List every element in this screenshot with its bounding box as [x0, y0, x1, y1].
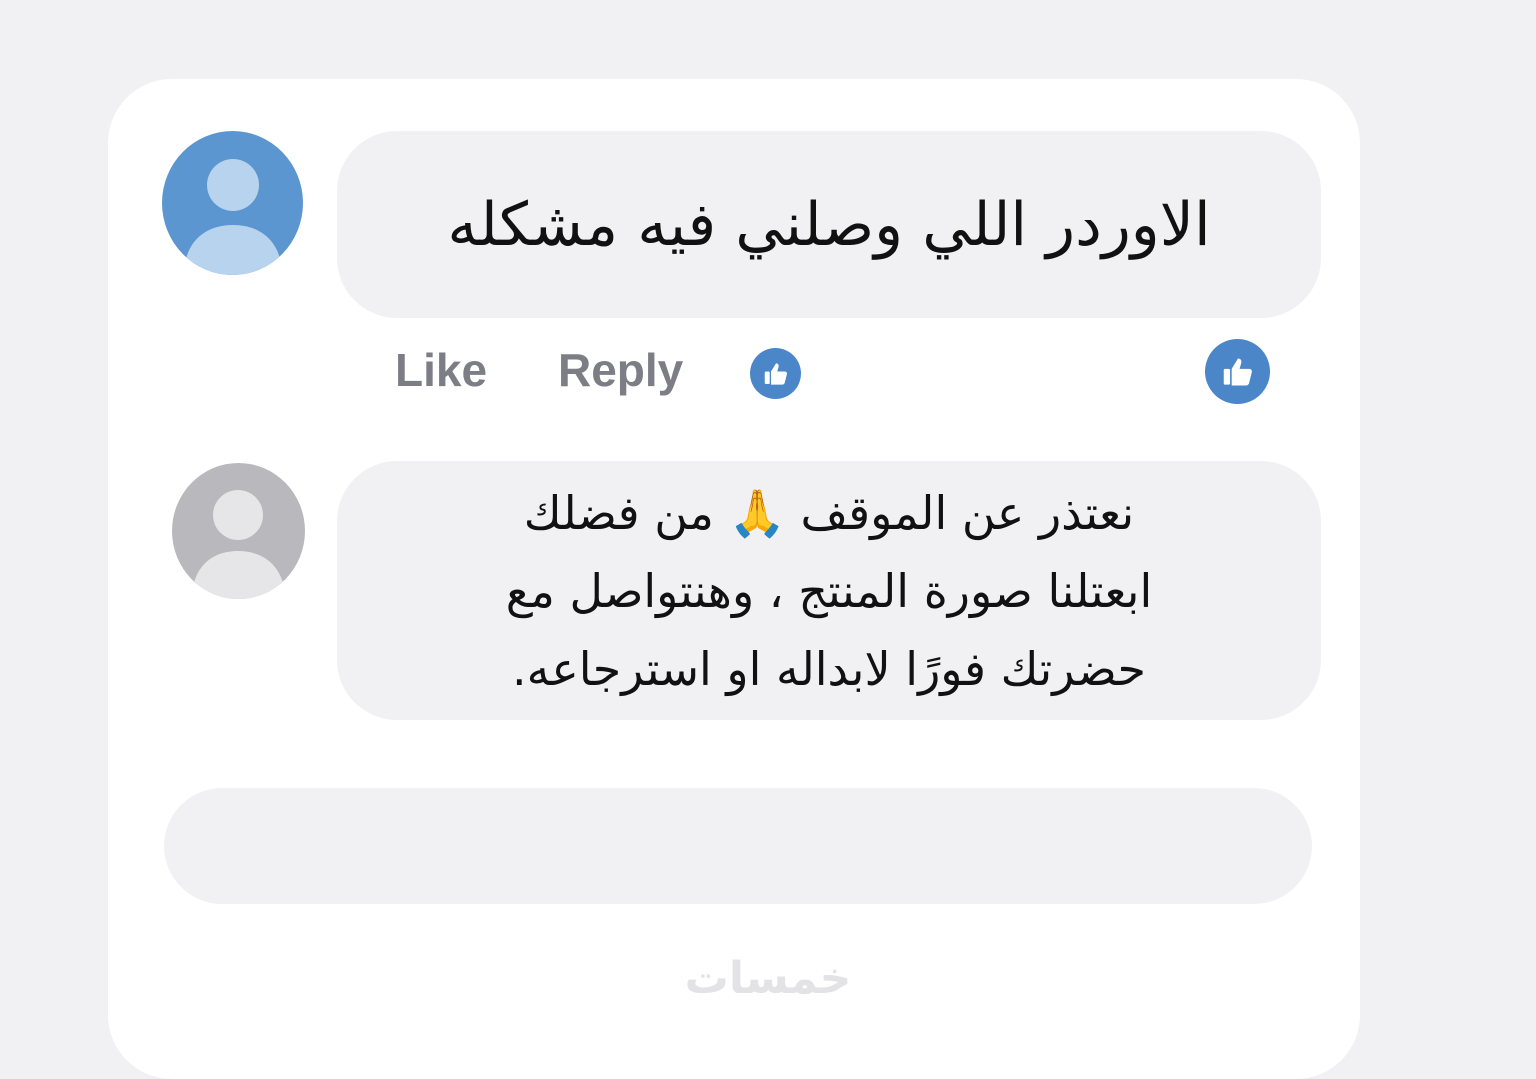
comment-composer-input[interactable]	[164, 788, 1312, 904]
reply-button[interactable]: Reply	[558, 343, 683, 397]
default-user-avatar-icon	[162, 131, 303, 275]
commenter-avatar[interactable]	[162, 131, 303, 275]
reaction-count-thumbs-up-icon[interactable]	[1205, 339, 1270, 404]
reply-line: ابعتلنا صورة المنتج ، وهنتواصل مع	[505, 563, 1153, 618]
reply-line: حضرتك فورًا لابداله او استرجاعه.	[512, 641, 1146, 696]
watermark-logo: خمسات	[684, 953, 852, 1004]
comment-text: الاوردر اللي وصلني فيه مشكله	[447, 189, 1211, 260]
reaction-thumbs-up-icon	[750, 348, 801, 399]
reply-bubble: نعتذر عن الموقف 🙏 من فضلك ابعتلنا صورة ا…	[337, 461, 1321, 720]
reply-text: نعتذر عن الموقف 🙏 من فضلك ابعتلنا صورة ا…	[429, 474, 1229, 708]
page-reply-avatar[interactable]	[172, 463, 305, 599]
like-button[interactable]: Like	[395, 343, 487, 397]
reply-line: نعتذر عن الموقف 🙏 من فضلك	[523, 485, 1135, 540]
thumbs-up-icon	[1223, 358, 1252, 385]
default-user-avatar-icon	[172, 463, 305, 599]
comment-bubble: الاوردر اللي وصلني فيه مشكله	[337, 131, 1321, 318]
thumbs-up-icon	[764, 362, 787, 385]
